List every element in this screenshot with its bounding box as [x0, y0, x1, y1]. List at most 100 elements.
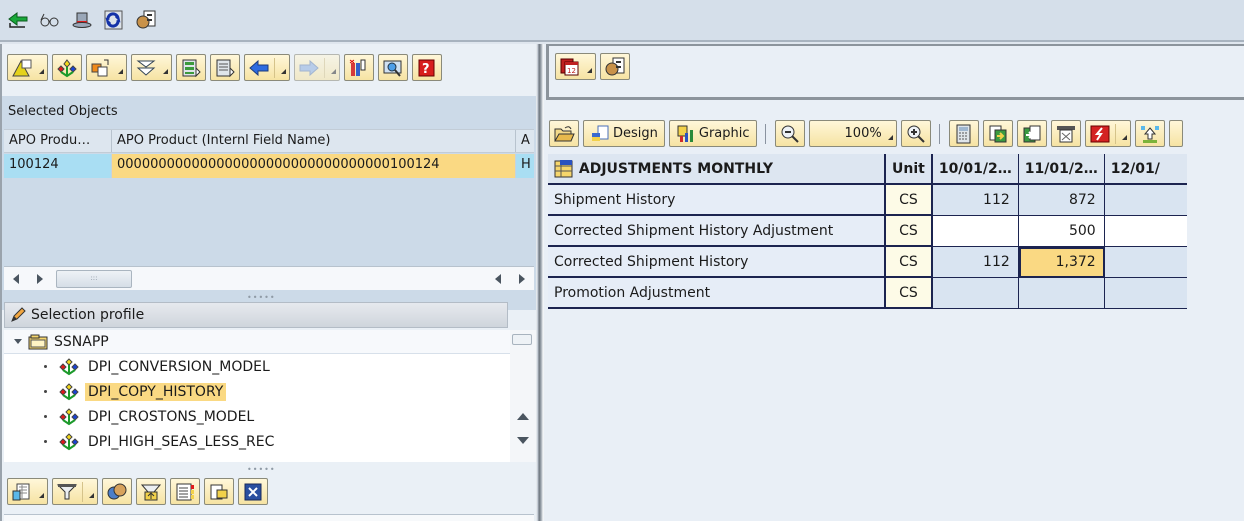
- upload-button[interactable]: [1134, 120, 1165, 147]
- back-icon[interactable]: [6, 8, 30, 32]
- export-button[interactable]: [982, 120, 1013, 147]
- value-cell[interactable]: 872: [1018, 185, 1105, 216]
- scroll-left-button[interactable]: [4, 268, 28, 290]
- import-icon: [1023, 125, 1041, 142]
- import-button[interactable]: [1016, 120, 1047, 147]
- zoom-level-dropdown[interactable]: 100%: [808, 120, 897, 147]
- unload-button[interactable]: [136, 478, 166, 505]
- column-header-apo-product[interactable]: APO Produ…: [4, 130, 112, 152]
- value-cell[interactable]: [932, 216, 1019, 247]
- selected-objects-title: Selected Objects: [8, 104, 118, 119]
- value-cell[interactable]: [1104, 216, 1187, 247]
- vertical-splitter[interactable]: [536, 44, 544, 521]
- key-figure-label[interactable]: Promotion Adjustment: [548, 278, 886, 309]
- tree-item[interactable]: DPI_HIGH_SEAS_LESS_REC: [4, 429, 510, 454]
- settings-icon[interactable]: [134, 8, 158, 32]
- zoom-out-button[interactable]: [774, 120, 805, 147]
- close-icon: [244, 483, 262, 500]
- vertical-scrollbar[interactable]: [510, 330, 536, 462]
- hat-icon[interactable]: [70, 8, 94, 32]
- copy-object-button[interactable]: [86, 54, 127, 81]
- value-cell[interactable]: [932, 278, 1019, 309]
- horizontal-scrollbar[interactable]: :::: [4, 266, 534, 290]
- refresh-icon[interactable]: [102, 8, 126, 32]
- key-figure-label[interactable]: Corrected Shipment History Adjustment: [548, 216, 886, 247]
- notes-button[interactable]: [170, 478, 200, 505]
- print-button[interactable]: [1050, 120, 1081, 147]
- date-header[interactable]: 11/01/2…: [1018, 154, 1105, 185]
- glasses-icon[interactable]: [38, 8, 62, 32]
- date-header[interactable]: 10/01/2…: [932, 154, 1019, 185]
- settings-button[interactable]: [600, 53, 630, 80]
- users-button[interactable]: [102, 478, 132, 505]
- scroll-up-icon[interactable]: [517, 413, 529, 420]
- macro-button[interactable]: [1084, 120, 1131, 147]
- more-button[interactable]: [1168, 120, 1183, 147]
- column-settings-button[interactable]: [344, 54, 374, 81]
- pane-splitter-grip[interactable]: •••••: [247, 465, 276, 474]
- table-row: Promotion Adjustment CS: [548, 278, 1187, 309]
- calculator-button[interactable]: [948, 120, 979, 147]
- value-cell[interactable]: 112: [932, 247, 1019, 278]
- unit-cell: CS: [886, 185, 933, 216]
- zoom-in-button[interactable]: [900, 120, 931, 147]
- value-cell[interactable]: [1104, 185, 1187, 216]
- graphic-button[interactable]: Graphic: [668, 120, 757, 147]
- key-figure-label[interactable]: Shipment History: [548, 185, 886, 216]
- expand-icon[interactable]: [14, 339, 22, 344]
- cell-extra[interactable]: H: [516, 154, 534, 178]
- cell-apo-product[interactable]: 100124: [4, 154, 112, 178]
- selection-profile-title: Selection profile: [31, 307, 145, 323]
- column-header-extra[interactable]: A: [516, 130, 534, 152]
- planning-model-icon: [59, 432, 79, 450]
- tree-root[interactable]: SSNAPP: [4, 330, 510, 354]
- value-cell-selected[interactable]: 1,372: [1018, 247, 1105, 278]
- scroll-thumb[interactable]: :::: [56, 269, 132, 288]
- pane-splitter-grip[interactable]: •••••: [247, 293, 276, 302]
- value-cell[interactable]: 500: [1018, 216, 1105, 247]
- close-button[interactable]: [238, 478, 268, 505]
- value-cell[interactable]: [1018, 278, 1105, 309]
- arrow-right-icon: [37, 273, 43, 284]
- value-cell[interactable]: 112: [932, 185, 1019, 216]
- layout-menu-button[interactable]: [7, 54, 48, 81]
- table-icon: [554, 159, 573, 177]
- load-data-button[interactable]: [176, 54, 206, 81]
- key-figure-label[interactable]: Corrected Shipment History: [548, 247, 886, 278]
- filter-objects-button[interactable]: [131, 54, 172, 81]
- app-toolbar: [0, 0, 1244, 42]
- scroll-right-button[interactable]: [28, 268, 52, 290]
- table-view-button[interactable]: [7, 478, 48, 505]
- calendar-button[interactable]: 12: [555, 53, 596, 80]
- value-cell[interactable]: [1104, 247, 1187, 278]
- scroll-left-end-button[interactable]: [486, 268, 510, 290]
- value-cell[interactable]: [1104, 278, 1187, 309]
- notes-icon: [176, 483, 194, 500]
- unit-header[interactable]: Unit: [886, 154, 933, 185]
- tree-item[interactable]: DPI_CROSTONS_MODEL: [4, 404, 510, 429]
- scroll-right-end-button[interactable]: [510, 268, 534, 290]
- planning-table-title-text: ADJUSTMENTS MONTHLY: [578, 160, 773, 177]
- next-button[interactable]: [294, 54, 340, 81]
- column-header-apo-product-internal[interactable]: APO Product (Internl Field Name): [112, 130, 516, 152]
- tree-item[interactable]: DPI_COPY_HISTORY: [4, 379, 510, 404]
- open-button[interactable]: [549, 120, 579, 147]
- arrow-right-icon: [519, 273, 525, 284]
- display-list-button[interactable]: [210, 54, 240, 81]
- scroll-thumb[interactable]: [512, 334, 532, 345]
- help-button[interactable]: ?: [412, 54, 442, 81]
- scroll-down-icon[interactable]: [517, 437, 529, 444]
- filter-button[interactable]: [52, 478, 98, 505]
- copy-window-button[interactable]: [204, 478, 234, 505]
- previous-button[interactable]: [244, 54, 290, 81]
- tree-item[interactable]: DPI_CONVERSION_MODEL: [4, 354, 510, 379]
- date-header[interactable]: 12/01/: [1104, 154, 1187, 185]
- copy-object-icon: [91, 59, 109, 76]
- tree-item-label: DPI_CONVERSION_MODEL: [88, 358, 270, 375]
- planning-model-button[interactable]: [52, 54, 82, 81]
- cell-apo-product-internal[interactable]: 000000000000000000000000000000000100124: [112, 154, 516, 178]
- design-button[interactable]: Design: [583, 120, 665, 147]
- search-button[interactable]: [378, 54, 408, 81]
- lightning-icon: [1090, 125, 1110, 142]
- table-row[interactable]: 100124 000000000000000000000000000000000…: [4, 154, 534, 178]
